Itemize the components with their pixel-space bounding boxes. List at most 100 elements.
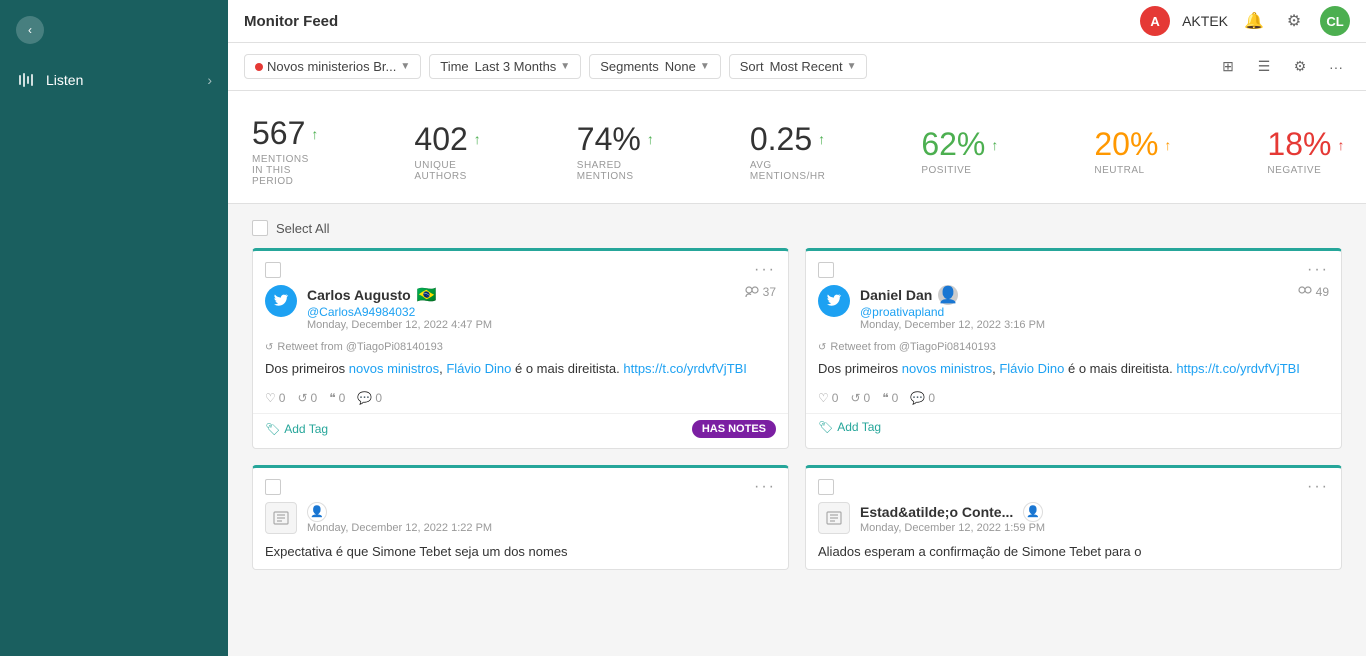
sidebar: ‹ Listen › [0, 0, 228, 656]
neutral-label: NEUTRAL [1094, 165, 1171, 176]
select-all-checkbox[interactable] [252, 220, 268, 236]
settings-icon[interactable]: ⚙ [1280, 7, 1308, 35]
avg-label: AVG MENTIONS/HR [750, 160, 826, 182]
filter-bar-actions: ⊞ ☰ ⚙ ··· [1214, 53, 1350, 81]
card-2-footer: 🏷 Add Tag [806, 413, 1341, 444]
time-filter-label: Time [440, 59, 468, 74]
stat-positive: 62% ↑ POSITIVE [921, 126, 998, 176]
feed-chevron-icon: ▼ [400, 61, 410, 72]
card-4-menu[interactable]: ··· [1307, 478, 1329, 496]
card-1-author-handle[interactable]: @CarlosA94984032 [307, 305, 735, 319]
card-3-checkbox[interactable] [265, 479, 281, 495]
card-2-text: Dos primeiros novos ministros, Flávio Di… [806, 359, 1341, 387]
card-2-author-name: Daniel Dan 👤 [860, 285, 1288, 305]
card-2-author: Daniel Dan 👤 @proativapland Monday, Dece… [806, 285, 1341, 339]
negative-arrow-icon: ↑ [1337, 137, 1344, 153]
user-company-name: AKTEK [1182, 13, 1228, 29]
filter-more-icon[interactable]: ··· [1322, 53, 1350, 81]
card-4-author-name: Estad&atilde;o Conte... 👤 [860, 502, 1329, 522]
mentions-value: 567 ↑ [252, 115, 318, 152]
card-1-header: ··· [253, 251, 788, 285]
quote-icon-2: ❝ [882, 391, 888, 405]
sort-filter-label: Sort [740, 59, 764, 74]
avg-arrow-icon: ↑ [818, 131, 825, 147]
heart-icon: ♡ [265, 391, 276, 405]
card-3-author: 👤 Monday, December 12, 2022 1:22 PM [253, 502, 788, 542]
stat-avg: 0.25 ↑ AVG MENTIONS/HR [750, 121, 826, 182]
listen-icon [16, 70, 36, 90]
negative-label: NEGATIVE [1267, 165, 1344, 176]
card-1-author-date: Monday, December 12, 2022 4:47 PM [307, 319, 735, 331]
card-1-likes: ♡ 0 [265, 391, 285, 405]
reply-icon: 💬 [357, 391, 372, 405]
card-2-menu[interactable]: ··· [1307, 261, 1329, 279]
heart-icon-2: ♡ [818, 391, 829, 405]
positive-label: POSITIVE [921, 165, 998, 176]
card-2-retweet: ↺ Retweet from @TiagoPi08140193 [806, 339, 1341, 359]
tweet-card-2: ··· Daniel Dan 👤 @proativapland M [805, 248, 1342, 449]
select-all-row: Select All [252, 220, 1342, 236]
card-1-checkbox[interactable] [265, 262, 281, 278]
card-2-author-info: Daniel Dan 👤 @proativapland Monday, Dece… [860, 285, 1288, 331]
tweet-card-1: ··· Carlos Augusto 🇧🇷 @CarlosA94984032 [252, 248, 789, 449]
shared-value: 74% ↑ [577, 121, 654, 158]
card-1-replies: 💬 0 [357, 391, 382, 405]
card-2-link1[interactable]: novos ministros [902, 361, 992, 376]
segments-filter-label: Segments [600, 59, 659, 74]
shared-arrow-icon: ↑ [647, 131, 654, 147]
card-4-header: ··· [806, 468, 1341, 502]
sidebar-collapse-button[interactable]: ‹ [16, 16, 44, 44]
card-4-author: Estad&atilde;o Conte... 👤 Monday, Decemb… [806, 502, 1341, 542]
stats-row: 567 ↑ MENTIONS IN THIS PERIOD 402 ↑ UNIQ… [228, 91, 1366, 204]
positive-arrow-icon: ↑ [991, 137, 998, 153]
view-list-icon[interactable]: ☰ [1250, 53, 1278, 81]
user-avatar-cl[interactable]: CL [1320, 6, 1350, 36]
news-card-4: ··· Estad&atilde;o Conte... 👤 Monday, De… [805, 465, 1342, 571]
card-1-has-notes-badge: HAS NOTES [692, 420, 776, 438]
card-2-avatar: 👤 [938, 285, 958, 305]
shared-label: SHARED MENTIONS [577, 160, 654, 182]
feed-filter-label: Novos ministerios Br... [267, 59, 396, 74]
card-1-text: Dos primeiros novos ministros, Flávio Di… [253, 359, 788, 387]
card-4-author-info: Estad&atilde;o Conte... 👤 Monday, Decemb… [860, 502, 1329, 534]
card-1-retweet: ↺ Retweet from @TiagoPi08140193 [253, 339, 788, 359]
view-monitor-icon[interactable]: ⊞ [1214, 53, 1242, 81]
card-3-menu[interactable]: ··· [754, 478, 776, 496]
card-2-actions: ♡ 0 ↺ 0 ❝ 0 💬 0 [806, 387, 1341, 413]
card-2-likes: ♡ 0 [818, 391, 838, 405]
card-4-checkbox[interactable] [818, 479, 834, 495]
segments-filter[interactable]: Segments None ▼ [589, 54, 721, 79]
filter-settings-icon[interactable]: ⚙ [1286, 53, 1314, 81]
sidebar-item-listen[interactable]: Listen › [0, 60, 228, 100]
feed-filter[interactable]: Novos ministerios Br... ▼ [244, 54, 421, 79]
card-2-reach: 49 [1298, 285, 1329, 299]
feed-dot [255, 63, 263, 71]
card-4-platform-icon [818, 502, 850, 534]
sort-chevron-icon: ▼ [847, 61, 857, 72]
card-1-platform-icon [265, 285, 297, 317]
segments-filter-value: None [665, 59, 696, 74]
quote-icon: ❝ [329, 391, 335, 405]
card-1-menu[interactable]: ··· [754, 261, 776, 279]
card-2-replies: 💬 0 [910, 391, 935, 405]
time-filter[interactable]: Time Last 3 Months ▼ [429, 54, 581, 79]
notifications-icon[interactable]: 🔔 [1240, 7, 1268, 35]
card-2-url[interactable]: https://t.co/yrdvfVjTBI [1176, 361, 1300, 376]
chevron-right-icon: › [207, 72, 212, 88]
stat-shared: 74% ↑ SHARED MENTIONS [577, 121, 654, 182]
card-3-platform-icon [265, 502, 297, 534]
card-2-checkbox[interactable] [818, 262, 834, 278]
card-2-link2[interactable]: Flávio Dino [999, 361, 1064, 376]
authors-label: UNIQUE AUTHORS [414, 160, 480, 182]
card-1-link2[interactable]: Flávio Dino [446, 361, 511, 376]
card-1-link1[interactable]: novos ministros [349, 361, 439, 376]
card-1-add-tag[interactable]: 🏷 Add Tag [265, 422, 328, 436]
sort-filter[interactable]: Sort Most Recent ▼ [729, 54, 868, 79]
stat-mentions: 567 ↑ MENTIONS IN THIS PERIOD [252, 115, 318, 187]
card-1-url[interactable]: https://t.co/yrdvfVjTBI [623, 361, 747, 376]
select-all-label[interactable]: Select All [276, 221, 329, 236]
card-2-add-tag[interactable]: 🏷 Add Tag [818, 420, 881, 434]
card-2-author-handle[interactable]: @proativapland [860, 305, 1288, 319]
card-3-header: ··· [253, 468, 788, 502]
card-1-retweets-count: ↺ 0 [297, 391, 317, 405]
